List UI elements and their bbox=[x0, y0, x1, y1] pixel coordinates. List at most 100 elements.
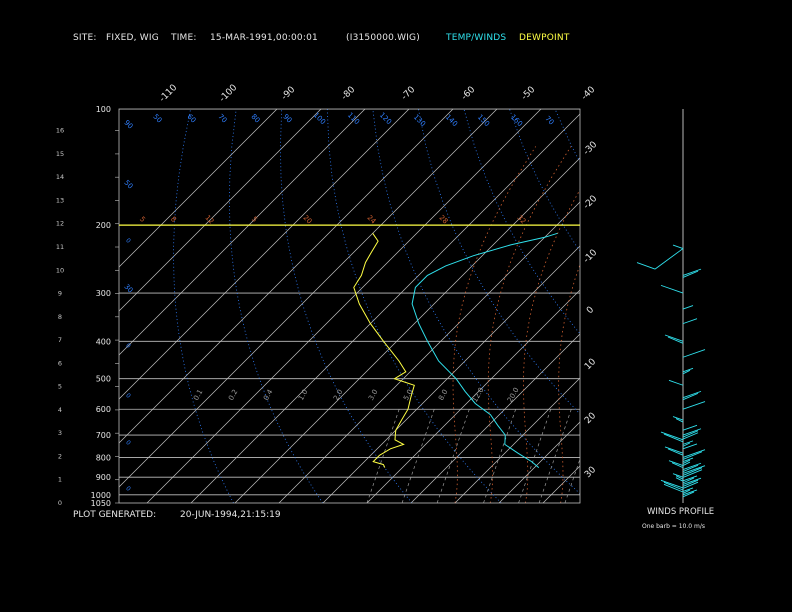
wind-barb bbox=[682, 349, 706, 358]
wind-barb bbox=[654, 248, 684, 270]
isotherm bbox=[278, 201, 580, 503]
right-temperature-label: 0 bbox=[585, 305, 596, 316]
isotherm bbox=[146, 109, 542, 503]
dry-adiabat-label: 0 bbox=[124, 237, 132, 245]
dry-adiabat-label: 140 bbox=[444, 113, 459, 128]
isotherm bbox=[119, 109, 410, 400]
dry-adiabat-label: 70 bbox=[216, 113, 228, 125]
mixing-ratio-label: 2.0 bbox=[332, 388, 344, 402]
height-tick-label: 14 bbox=[56, 173, 64, 181]
moist-adiabat bbox=[487, 146, 572, 503]
moist-adiabat-label: 8 bbox=[169, 215, 178, 224]
height-tick-label: 2 bbox=[58, 452, 62, 460]
wind-barb bbox=[682, 390, 702, 399]
wind-barb-flag bbox=[663, 481, 684, 491]
height-tick-label: 12 bbox=[56, 220, 64, 228]
isotherm bbox=[587, 109, 792, 503]
height-tick-label: 3 bbox=[58, 429, 62, 437]
winds-profile-label: WINDS PROFILE bbox=[647, 507, 715, 517]
mixing-ratio-label: 8.0 bbox=[437, 388, 449, 402]
pressure-tick-label: 200 bbox=[96, 221, 111, 230]
dry-adiabat-label: 70 bbox=[543, 115, 555, 127]
mixing-ratio-line bbox=[436, 409, 470, 503]
mixing-ratio-label: 0.4 bbox=[262, 388, 275, 402]
dry-adiabat bbox=[646, 109, 792, 503]
mixing-ratio-line bbox=[366, 409, 400, 503]
top-temperature-label: -100 bbox=[218, 83, 240, 105]
mixing-ratio-line bbox=[609, 409, 641, 503]
wind-barb-flag bbox=[636, 262, 656, 270]
isotherm bbox=[119, 109, 278, 268]
isotherm bbox=[719, 109, 792, 503]
mixing-ratio-line bbox=[635, 409, 667, 503]
dry-adiabat bbox=[228, 109, 324, 503]
pressure-tick-label: 1050 bbox=[91, 499, 111, 508]
dry-adiabat-label: 130 bbox=[412, 113, 427, 128]
dry-adiabat bbox=[326, 109, 502, 503]
top-temperature-label: -40 bbox=[580, 85, 598, 103]
moist-adiabat-label: 5 bbox=[138, 215, 147, 224]
moist-adiabat-label: 28 bbox=[437, 214, 449, 226]
right-temperature-label: -20 bbox=[582, 194, 600, 212]
dry-adiabat-label: 0 bbox=[124, 392, 132, 400]
top-temperature-label: -110 bbox=[158, 83, 180, 105]
dry-adiabat-label: 0 bbox=[124, 439, 132, 447]
height-tick-label: 4 bbox=[58, 406, 62, 414]
moist-adiabat bbox=[699, 146, 782, 503]
mixing-ratio-line bbox=[538, 409, 572, 503]
wind-barb bbox=[682, 401, 706, 410]
height-tick-label: 6 bbox=[58, 359, 62, 367]
wind-barb bbox=[682, 268, 702, 276]
height-tick-label: 13 bbox=[56, 196, 64, 204]
moist-adiabat-label: 12 bbox=[203, 214, 215, 226]
mixing-ratio-label: 12.0 bbox=[471, 386, 486, 404]
mixing-ratio-label: 20.0 bbox=[506, 386, 521, 404]
plot-generated-value: 20-JUN-1994,21:15:19 bbox=[180, 510, 281, 520]
moist-adiabat bbox=[558, 263, 580, 503]
wind-barb-flag bbox=[663, 483, 684, 493]
right-temperature-label: -10 bbox=[582, 248, 600, 266]
wind-barb bbox=[660, 284, 684, 294]
wind-barb bbox=[668, 379, 684, 386]
right-temperature-label: 10 bbox=[583, 357, 598, 372]
height-tick-label: 8 bbox=[58, 313, 62, 321]
pressure-tick-label: 700 bbox=[96, 431, 111, 440]
dry-adiabat-label: 60 bbox=[185, 113, 197, 125]
dry-adiabat-label: 50 bbox=[122, 179, 134, 191]
isotherm bbox=[763, 109, 792, 503]
height-tick-label: 16 bbox=[56, 127, 64, 135]
wind-barb bbox=[682, 318, 698, 325]
isotherm bbox=[190, 113, 580, 503]
moist-adiabat-label: 24 bbox=[365, 214, 377, 226]
isotherm bbox=[498, 421, 580, 503]
wind-barb bbox=[682, 305, 694, 310]
height-tick-label: 0 bbox=[58, 499, 62, 507]
barb-note: One barb = 10.0 m/s bbox=[642, 523, 705, 530]
isotherm bbox=[322, 245, 580, 503]
isotherm bbox=[119, 109, 322, 312]
mixing-ratio-label: 1.0 bbox=[297, 388, 309, 402]
wind-barb bbox=[660, 431, 684, 441]
moist-adiabat bbox=[594, 146, 677, 503]
dry-adiabat bbox=[737, 109, 792, 503]
dry-adiabat-label: 120 bbox=[378, 111, 393, 126]
mixing-ratio-label: 0.2 bbox=[227, 388, 239, 402]
height-tick-label: 10 bbox=[56, 266, 64, 274]
top-temperature-label: -70 bbox=[400, 85, 418, 103]
top-temperature-label: -60 bbox=[460, 85, 478, 103]
right-temperature-label: -30 bbox=[582, 140, 600, 158]
dewpoint-trace bbox=[353, 233, 415, 468]
dry-adiabat-label: 150 bbox=[476, 113, 491, 128]
height-tick-label: 9 bbox=[58, 290, 62, 298]
mixing-ratio-line bbox=[483, 409, 517, 503]
dry-adiabat bbox=[509, 109, 580, 252]
isotherm bbox=[410, 333, 580, 503]
isotherm bbox=[366, 289, 580, 503]
isotherm bbox=[631, 109, 792, 503]
dry-adiabat bbox=[783, 109, 792, 503]
top-temperature-label: -80 bbox=[340, 85, 358, 103]
plot-generated-label: PLOT GENERATED: bbox=[73, 510, 157, 520]
mixing-ratio-line bbox=[589, 409, 621, 503]
skewt-chart: 1002003004005006007008009001000105016151… bbox=[56, 83, 792, 508]
pressure-tick-label: 500 bbox=[96, 375, 111, 384]
